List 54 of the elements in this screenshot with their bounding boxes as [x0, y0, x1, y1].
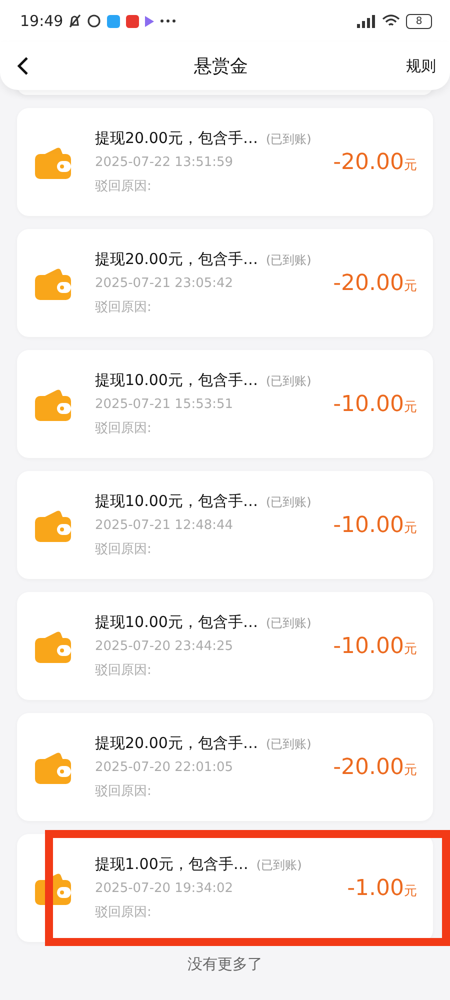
- record-date: 2025-07-21 23:05:42: [95, 276, 234, 291]
- status-time: 19:49: [20, 12, 64, 30]
- record-amount: -10.00元: [333, 634, 417, 658]
- record-date: 2025-07-20 22:01:05: [95, 760, 234, 775]
- record-title: 提现20.00元，包含手…: [95, 250, 258, 269]
- rules-link[interactable]: 规则: [406, 56, 436, 76]
- record-amount: -20.00元: [333, 150, 417, 174]
- play-icon: [145, 16, 154, 26]
- record-title: 提现20.00元，包含手…: [95, 129, 258, 148]
- reject-reason: 驳回原因:: [95, 178, 152, 195]
- record-amount: -20.00元: [333, 754, 417, 780]
- record-status: (已到账): [266, 131, 312, 148]
- reject-reason: 驳回原因:: [95, 541, 152, 558]
- wallet-icon: [35, 508, 71, 542]
- record-title: 提现1.00元，包含手…: [95, 855, 248, 874]
- record-status: (已到账): [266, 494, 312, 511]
- wallet-icon: [35, 750, 71, 784]
- record-date: 2025-07-21 12:48:44: [95, 518, 234, 533]
- reject-reason: 驳回原因:: [95, 783, 152, 800]
- wifi-icon: [382, 14, 400, 28]
- record-amount: -20.00元: [333, 270, 417, 296]
- record-status: (已到账): [266, 615, 312, 632]
- battery-level: 8: [406, 14, 432, 28]
- more-icon: [160, 19, 176, 23]
- record-title: 提现10.00元，包含手…: [95, 371, 258, 390]
- signal-icon: [356, 14, 376, 28]
- reject-reason: 驳回原因:: [95, 662, 152, 679]
- alarm-icon: [87, 14, 102, 28]
- record-amount: -10.00元: [333, 392, 417, 416]
- wallet-icon: [35, 629, 71, 663]
- app-icon: [107, 14, 120, 28]
- reject-reason: 驳回原因:: [95, 904, 152, 921]
- video-app-icon: [126, 14, 140, 28]
- record-date: 2025-07-20 23:44:25: [95, 639, 234, 654]
- record-amount: -10.00元: [333, 512, 417, 538]
- record-status: (已到账): [256, 857, 302, 874]
- record-title: 提现10.00元，包含手…: [95, 492, 258, 511]
- record-title: 提现10.00元，包含手…: [95, 613, 258, 632]
- reject-reason: 驳回原因:: [95, 420, 152, 437]
- record-status: (已到账): [266, 252, 312, 269]
- record-date: 2025-07-21 15:53:51: [95, 397, 234, 412]
- record-status: (已到账): [266, 373, 312, 390]
- end-of-list: 没有更多了: [188, 955, 262, 973]
- muted-bell-icon: [69, 14, 82, 28]
- record-amount: -1.00元: [347, 876, 417, 900]
- wallet-icon: [35, 145, 71, 179]
- record-title: 提现20.00元，包含手…: [95, 734, 258, 753]
- page-title: 悬赏金: [193, 55, 249, 78]
- record-date: 2025-07-22 13:51:59: [95, 155, 234, 170]
- wallet-icon: [35, 387, 71, 421]
- record-date: 2025-07-20 19:34:02: [95, 881, 234, 896]
- wallet-icon: [35, 266, 71, 300]
- record-status: (已到账): [266, 736, 312, 753]
- reject-reason: 驳回原因:: [95, 299, 152, 316]
